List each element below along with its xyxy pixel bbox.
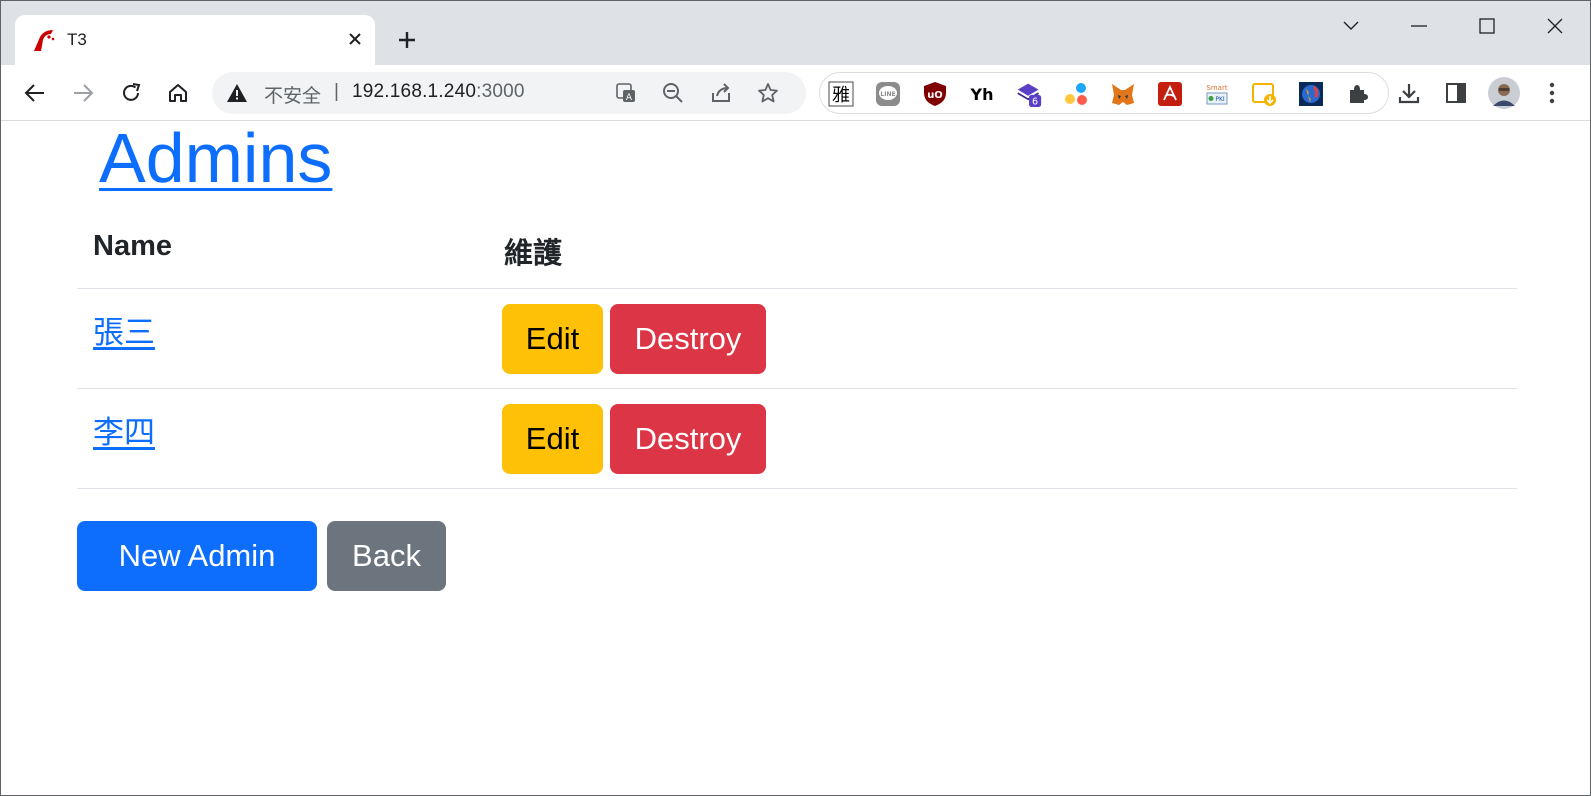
calendar-download-extension-icon[interactable] xyxy=(1251,81,1277,107)
translate-icon[interactable]: A xyxy=(614,81,638,105)
yh-extension-icon[interactable]: Yh xyxy=(969,81,995,107)
tab-strip: T3 xyxy=(1,1,1590,65)
svg-text:uO: uO xyxy=(927,90,943,101)
ruby-on-rails-icon xyxy=(34,30,55,51)
puzzle-extensions-icon[interactable] xyxy=(1345,81,1371,107)
new-tab-icon[interactable] xyxy=(393,26,421,54)
not-secure-label[interactable]: 不安全 xyxy=(264,81,321,108)
reload-icon[interactable] xyxy=(115,77,147,109)
page-title-link[interactable]: Admins xyxy=(99,117,332,199)
address-separator: | xyxy=(334,81,339,102)
share-icon[interactable] xyxy=(709,81,733,105)
admins-table: Name 維護 張三 Edit Destroy 李四 Edit Destroy xyxy=(77,219,1517,489)
profile-avatar[interactable] xyxy=(1488,77,1520,109)
globe-extension-icon[interactable] xyxy=(1298,81,1324,107)
column-header-name: Name xyxy=(93,230,172,262)
acrobat-extension-icon[interactable] xyxy=(1157,81,1183,107)
close-window-icon[interactable] xyxy=(1540,11,1570,41)
destroy-button[interactable]: Destroy xyxy=(610,304,766,374)
more-menu-icon[interactable] xyxy=(1536,77,1568,109)
forward-arrow-icon[interactable] xyxy=(67,77,99,109)
svg-text:LINE: LINE xyxy=(880,91,895,98)
line-extension-icon[interactable]: LINE xyxy=(875,81,901,107)
url-port: :3000 xyxy=(476,81,525,102)
back-arrow-icon[interactable] xyxy=(19,77,51,109)
destroy-button[interactable]: Destroy xyxy=(610,404,766,474)
tab-title: T3 xyxy=(67,30,87,49)
svg-text:Yh: Yh xyxy=(970,85,994,104)
table-header: Name 維護 xyxy=(77,219,1517,289)
extension-badge-count: 6 xyxy=(1032,96,1038,107)
edit-button[interactable]: Edit xyxy=(502,304,603,374)
browser-tab[interactable]: T3 xyxy=(15,15,375,65)
yahoo-dictionary-extension-icon[interactable]: 雅 xyxy=(828,81,854,107)
dots-extension-icon[interactable] xyxy=(1063,81,1089,107)
table-row: 張三 Edit Destroy xyxy=(77,289,1517,389)
maximize-icon[interactable] xyxy=(1472,11,1502,41)
zoom-out-icon[interactable] xyxy=(661,81,685,105)
metamask-extension-icon[interactable] xyxy=(1110,81,1136,107)
browser-toolbar: 不安全 | 192.168.1.240:3000 A 雅 LINE uO Yh … xyxy=(1,65,1590,121)
svg-text:Smart: Smart xyxy=(1206,84,1227,92)
address-url[interactable]: 192.168.1.240:3000 xyxy=(352,81,525,103)
svg-text:PKI: PKI xyxy=(1215,96,1225,103)
stack-extension-icon[interactable]: 6 xyxy=(1016,81,1042,107)
edit-button[interactable]: Edit xyxy=(502,404,603,474)
admin-name-link[interactable]: 李四 xyxy=(93,407,155,452)
minimize-icon[interactable] xyxy=(1404,11,1434,41)
home-icon[interactable] xyxy=(162,77,194,109)
downloads-icon[interactable] xyxy=(1393,77,1425,109)
close-tab-icon[interactable] xyxy=(343,27,367,51)
not-secure-warning-icon[interactable] xyxy=(226,82,248,104)
tab-search-icon[interactable] xyxy=(1336,11,1366,41)
address-bar[interactable]: 不安全 | 192.168.1.240:3000 A xyxy=(212,72,806,114)
new-admin-button[interactable]: New Admin xyxy=(77,521,317,591)
side-panel-icon[interactable] xyxy=(1440,77,1472,109)
ublock-origin-extension-icon[interactable]: uO xyxy=(922,81,948,107)
back-button[interactable]: Back xyxy=(327,521,446,591)
column-header-maintenance: 維護 xyxy=(504,238,563,270)
smart-pki-extension-icon[interactable]: Smart PKI xyxy=(1204,81,1230,107)
svg-text:雅: 雅 xyxy=(832,85,850,106)
bookmark-star-icon[interactable] xyxy=(756,81,780,105)
svg-text:A: A xyxy=(626,93,633,103)
extensions-bar: 雅 LINE uO Yh 6 Smart PKI xyxy=(819,72,1389,114)
admin-name-link[interactable]: 張三 xyxy=(93,307,155,352)
table-row: 李四 Edit Destroy xyxy=(77,389,1517,489)
url-host: 192.168.1.240 xyxy=(352,81,477,102)
